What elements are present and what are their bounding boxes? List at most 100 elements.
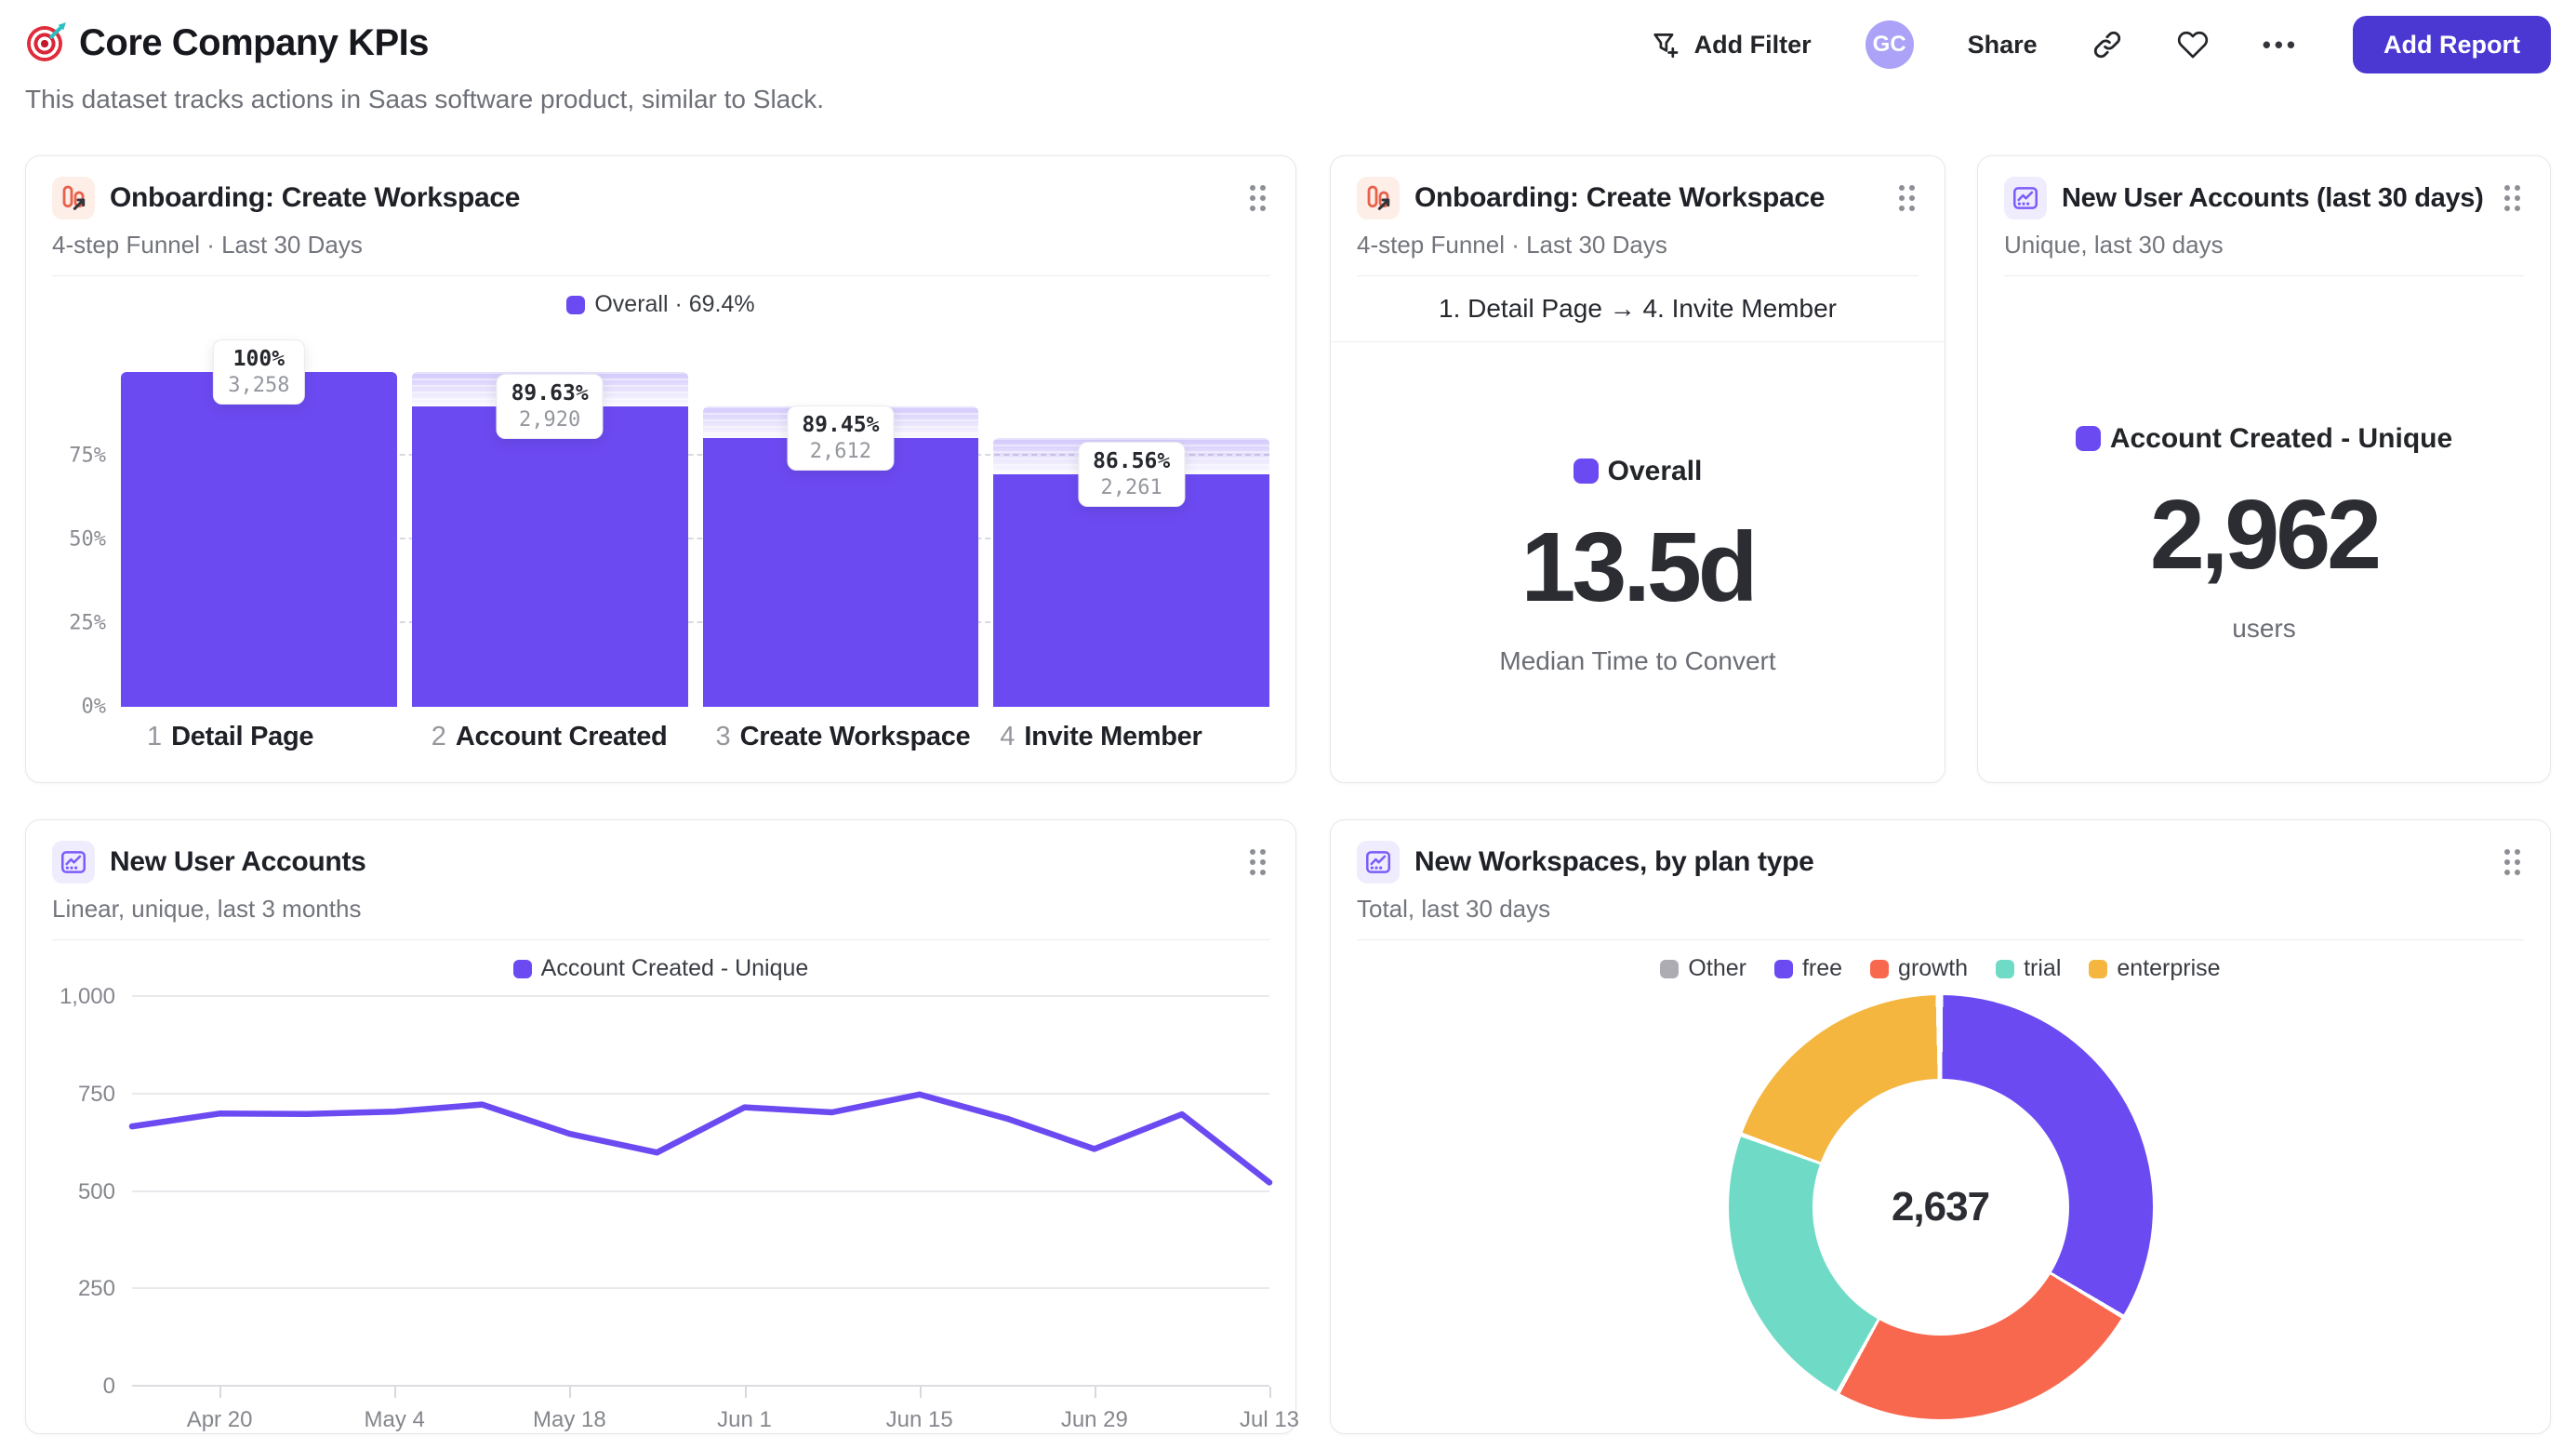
x-tick-label: Apr 20 <box>186 1407 253 1432</box>
drag-handle-icon[interactable] <box>1895 181 1919 215</box>
card-onboarding-funnel: Onboarding: Create Workspace 4-step Funn… <box>25 155 1296 783</box>
x-tick-label: Jul 13 <box>1239 1407 1300 1432</box>
heart-icon[interactable] <box>2177 29 2209 60</box>
line-y-axis: 0 250 500 750 1,000 <box>52 984 132 1399</box>
funnel-y-tick-label: 75% <box>69 444 106 468</box>
funnel-bar[interactable]: 100% 3,258 <box>121 339 397 707</box>
x-tick-label: Jun 1 <box>717 1407 772 1432</box>
add-report-button[interactable]: Add Report <box>2353 16 2551 73</box>
page-subtitle: This dataset tracks actions in Saas soft… <box>25 85 825 113</box>
funnel-y-tick-label: 0% <box>81 695 107 719</box>
donut-legend: Other free growth trial enterprise <box>1331 955 2550 982</box>
avatar[interactable]: GC <box>1865 20 1914 69</box>
donut-hole: 2,637 <box>1812 1079 2069 1336</box>
line-y-tick-label: 500 <box>77 1178 115 1204</box>
more-options-button[interactable]: ••• <box>2263 31 2299 60</box>
funnel-bar-tooltip: 89.63% 2,920 <box>496 374 604 440</box>
funnel-bar[interactable]: 89.63% 2,920 <box>411 372 688 707</box>
drag-handle-icon[interactable] <box>1246 181 1269 215</box>
dart-target-icon <box>25 23 65 63</box>
donut-chart[interactable]: 2,637 <box>1728 995 2153 1419</box>
funnel-y-tick-label: 50% <box>69 527 106 552</box>
big-number-value: 13.5d <box>1520 512 1758 622</box>
card-subtitle: Linear, unique, last 3 months <box>52 895 362 923</box>
funnel-chart-icon <box>52 177 95 219</box>
legend-item[interactable]: Account Created - Unique <box>512 955 809 982</box>
funnel-step-label: 3 Create Workspace <box>715 722 971 751</box>
share-button[interactable]: Share <box>1968 31 2038 60</box>
legend-label: Account Created - Unique <box>540 955 809 981</box>
big-number-caption: users <box>2232 613 2296 643</box>
card-subtitle: 4-step Funnel · Last 30 Days <box>1357 231 1667 259</box>
card-title: New Workspaces, by plan type <box>1414 846 1814 877</box>
line-y-tick-label: 0 <box>102 1374 115 1399</box>
legend-label: Account Created - Unique <box>2109 422 2453 454</box>
funnel-range-label: 1. Detail Page → 4. Invite Member <box>1331 276 1945 342</box>
x-tick <box>569 1387 572 1398</box>
card-header: New User Accounts (last 30 days) Unique,… <box>1978 156 2550 276</box>
drag-handle-icon[interactable] <box>2501 181 2524 215</box>
line-chart-icon <box>2004 177 2047 219</box>
big-number-caption: Median Time to Convert <box>1499 645 1776 675</box>
legend-label: Other <box>1688 955 1746 981</box>
card-header: Onboarding: Create Workspace 4-step Funn… <box>1331 156 1945 276</box>
link-icon[interactable] <box>2091 29 2123 60</box>
legend-item: Overall <box>1573 455 1703 487</box>
funnel-step-label: 2 Account Created <box>431 722 668 751</box>
legend-item: Account Created - Unique <box>2075 422 2453 455</box>
legend-swatch <box>512 959 532 978</box>
funnel-y-tick-label: 25% <box>69 611 106 635</box>
card-median-time-to-convert: Onboarding: Create Workspace 4-step Funn… <box>1330 155 1945 783</box>
card-header: New Workspaces, by plan type Total, last… <box>1331 820 2550 940</box>
x-tick-label: Jun 15 <box>885 1407 953 1432</box>
legend-item-free[interactable]: free <box>1773 955 1842 982</box>
card-new-user-accounts-30d: New User Accounts (last 30 days) Unique,… <box>1977 155 2551 783</box>
x-tick-label: Jun 29 <box>1060 1407 1128 1432</box>
card-header: New User Accounts Linear, unique, last 3… <box>26 820 1295 940</box>
funnel-bar-tooltip: 100% 3,258 <box>213 339 305 405</box>
line-chart-icon <box>1357 841 1400 884</box>
legend-label: enterprise <box>2117 955 2221 981</box>
legend-swatch <box>1573 459 1599 484</box>
legend-label: Overall <box>1607 455 1703 486</box>
toolbar: Add Filter GC Share ••• Add Report <box>1650 15 2551 74</box>
x-tick <box>1269 1387 1271 1398</box>
card-title: New User Accounts (last 30 days) <box>2062 182 2484 213</box>
drag-handle-icon[interactable] <box>1246 845 1269 879</box>
add-filter-button[interactable]: Add Filter <box>1650 29 1812 60</box>
legend-swatch <box>1996 959 2015 978</box>
x-tick <box>919 1387 922 1398</box>
funnel-bar[interactable]: 86.56% 2,261 <box>993 372 1269 707</box>
x-tick <box>394 1387 397 1398</box>
legend-label: Overall · 69.4% <box>594 291 755 317</box>
line-y-tick-label: 750 <box>77 1081 115 1107</box>
line-y-tick-label: 1,000 <box>59 984 115 1009</box>
x-tick <box>219 1387 222 1398</box>
donut-center-value: 2,637 <box>1891 1184 1990 1230</box>
legend-item[interactable]: Overall · 69.4% <box>566 291 755 318</box>
funnel-bar[interactable]: 89.45% 2,612 <box>702 372 979 707</box>
card-title: New User Accounts <box>110 846 366 877</box>
x-tick <box>744 1387 747 1398</box>
funnel-plot: 100% 3,258 89.63% 2,920 89.45% 2,612 86.56% 2,2… <box>121 339 1269 707</box>
card-subtitle: Unique, last 30 days <box>2004 231 2224 259</box>
funnel-y-axis: 0% 25% 50% 75% <box>52 372 121 719</box>
legend-swatch <box>566 295 586 314</box>
add-filter-label: Add Filter <box>1693 30 1812 59</box>
card-header: Onboarding: Create Workspace 4-step Funn… <box>26 156 1295 276</box>
x-tick-label: May 18 <box>533 1407 606 1432</box>
card-new-workspaces-donut: New Workspaces, by plan type Total, last… <box>1330 819 2551 1434</box>
legend-swatch <box>1773 959 1793 978</box>
page-header: Core Company KPIs This dataset tracks ac… <box>25 22 824 114</box>
drag-handle-icon[interactable] <box>2501 845 2524 879</box>
legend-item-trial[interactable]: trial <box>1996 955 2061 982</box>
legend-swatch <box>1870 959 1890 978</box>
line-plot[interactable]: Apr 20 May 4 May 18 Jun 1 Jun 15 Jun 29 Jul 13 <box>132 995 1299 1432</box>
line-y-tick-label: 250 <box>77 1276 115 1302</box>
legend-item-growth[interactable]: growth <box>1870 955 1968 982</box>
funnel-step-label: 4 Invite Member <box>1000 722 1202 751</box>
legend-item-enterprise[interactable]: enterprise <box>2089 955 2221 982</box>
legend-label: trial <box>2024 955 2062 981</box>
legend-swatch <box>2089 959 2108 978</box>
legend-item-other[interactable]: Other <box>1660 955 1746 982</box>
